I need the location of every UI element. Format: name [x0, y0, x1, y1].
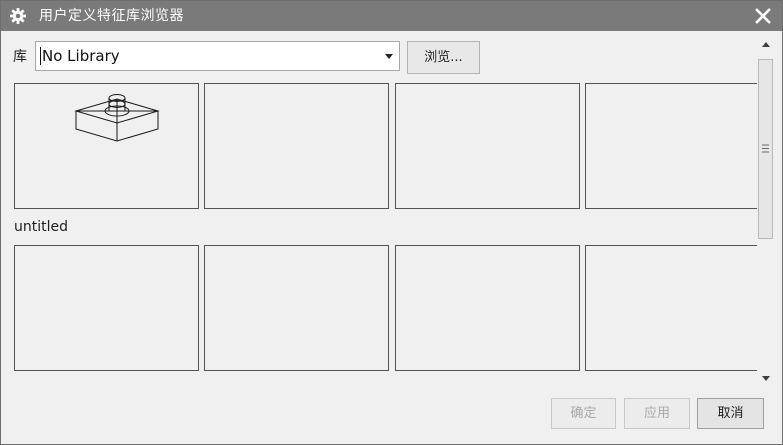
- library-selected-value: No Library: [40, 47, 120, 65]
- dropdown-arrow-icon: [385, 54, 393, 59]
- isometric-box-icon: [74, 94, 160, 142]
- feature-thumbnail[interactable]: [395, 245, 580, 371]
- feature-thumbnail[interactable]: [204, 83, 389, 209]
- feature-gallery: untitled: [1, 77, 757, 385]
- vertical-scrollbar[interactable]: [757, 41, 774, 385]
- title-bar: 用户定义特征库浏览器: [1, 1, 782, 31]
- scrollbar-thumb[interactable]: [758, 59, 773, 239]
- feature-thumbnail[interactable]: [395, 83, 580, 209]
- cancel-button[interactable]: 取消: [697, 398, 764, 429]
- feature-thumbnail[interactable]: [14, 245, 199, 371]
- scroll-up-arrow-icon[interactable]: [762, 41, 770, 49]
- udf-library-browser-dialog: 用户定义特征库浏览器 库 No Library 浏览... untitled 确…: [0, 0, 783, 445]
- window-title: 用户定义特征库浏览器: [39, 8, 184, 24]
- apply-button[interactable]: 应用: [624, 398, 690, 429]
- group-label: untitled: [14, 219, 69, 235]
- close-icon[interactable]: [754, 7, 772, 25]
- feature-thumbnail[interactable]: [14, 83, 199, 209]
- browse-button[interactable]: 浏览...: [407, 41, 480, 74]
- library-label: 库: [13, 49, 27, 65]
- grip-icon: [762, 144, 769, 153]
- library-dropdown[interactable]: No Library: [35, 41, 400, 71]
- gear-icon: [10, 8, 26, 24]
- feature-thumbnail[interactable]: [204, 245, 389, 371]
- scroll-down-arrow-icon[interactable]: [762, 374, 770, 382]
- feature-thumbnail[interactable]: [585, 83, 757, 209]
- ok-button[interactable]: 确定: [551, 398, 616, 429]
- feature-thumbnail[interactable]: [585, 245, 757, 371]
